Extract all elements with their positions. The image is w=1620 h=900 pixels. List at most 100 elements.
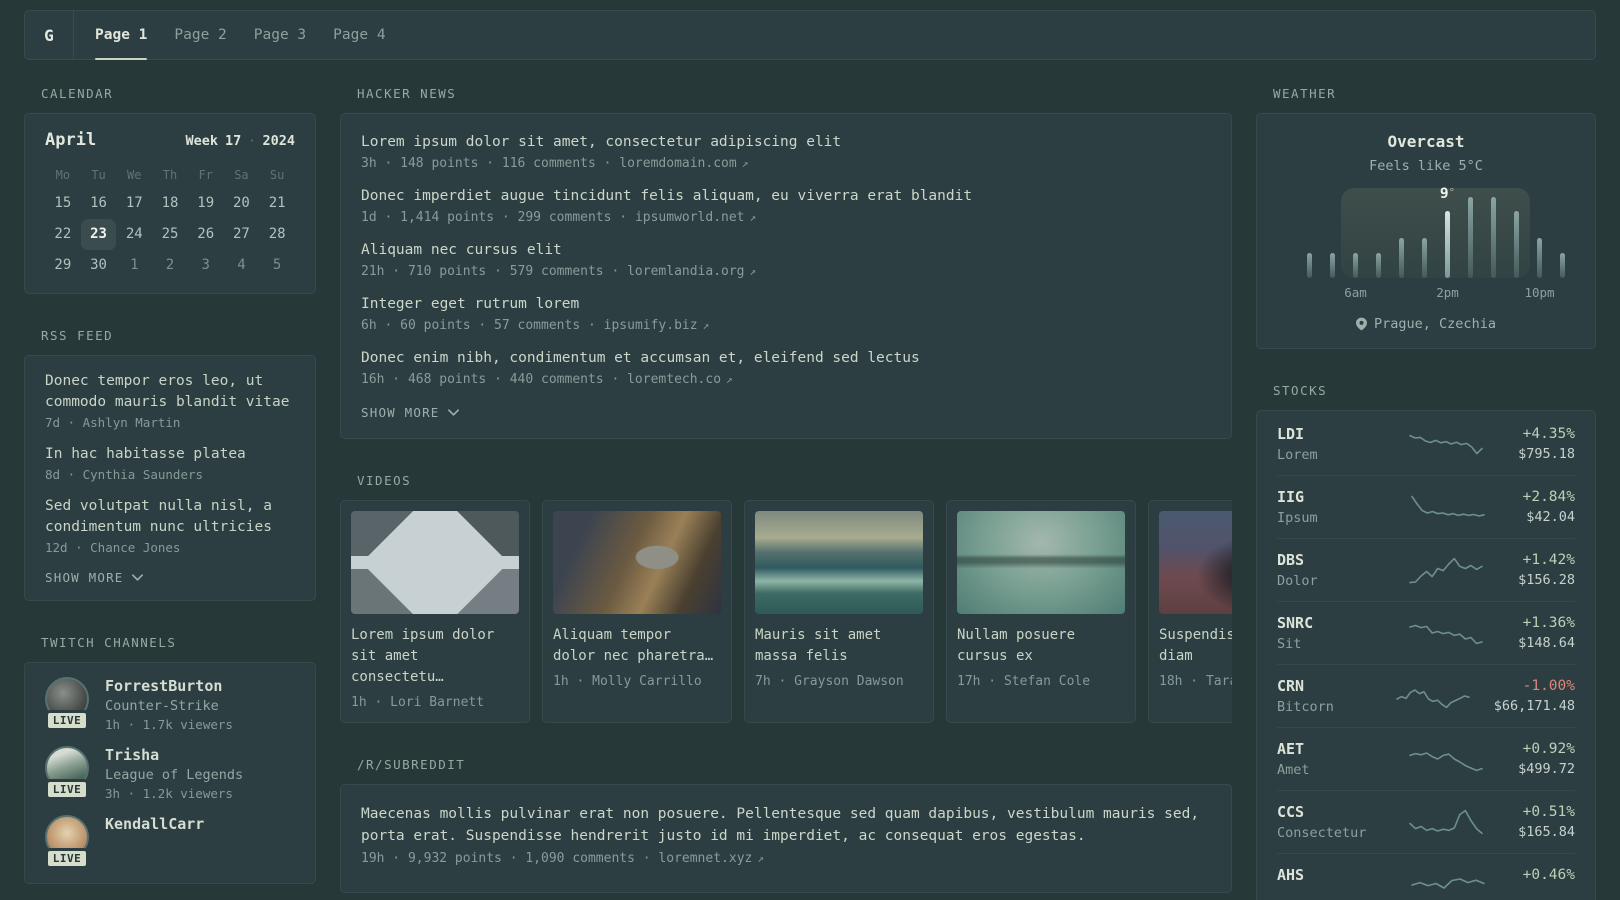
dashboard-grid: CALENDAR April Week 17 · 2024 Mo Tu We Th Fr… <box>24 86 1596 900</box>
external-link-icon: ↗ <box>749 265 757 278</box>
video-card[interactable]: Aliquam tempor dolor nec pharetra… 1h · … <box>542 500 732 723</box>
weather-condition: Overcast <box>1387 132 1465 151</box>
weekday-label: Tu <box>91 168 106 182</box>
rss-item-title[interactable]: In hac habitasse platea <box>45 444 295 465</box>
calendar-day: 19 <box>197 195 215 211</box>
video-card[interactable]: Nullam posuere cursus ex 17h · Stefan Co… <box>946 500 1136 723</box>
calendar-day: 2 <box>165 257 175 273</box>
story-stats: 1d · 1,414 points · 299 comments · <box>361 210 635 225</box>
stock-row[interactable]: AHS +0.46% <box>1277 853 1575 900</box>
video-thumbnail <box>957 511 1125 614</box>
calendar-year: 2024 <box>262 133 295 149</box>
chevron-down-icon <box>131 574 143 581</box>
stock-change: +4.35% <box>1522 426 1575 442</box>
story-domain: loremtech.co <box>627 372 722 387</box>
video-meta: 7h · Grayson Dawson <box>755 674 904 689</box>
calendar-day: 22 <box>54 226 72 242</box>
stock-row[interactable]: LDI Lorem +4.35% $795.18 <box>1277 413 1575 475</box>
stock-change: +1.36% <box>1522 615 1575 631</box>
live-badge: LIVE <box>44 848 90 869</box>
video-card[interactable]: Mauris sit amet massa felis 7h · Grayson… <box>744 500 934 723</box>
weather-feels-like: Feels like 5°C <box>1369 158 1483 174</box>
rss-item-title[interactable]: Donec tempor eros leo, ut commodo mauris… <box>45 371 295 413</box>
rss-item-meta: 12d · Chance Jones <box>45 540 181 555</box>
temperature-bar <box>1491 196 1496 278</box>
story-title[interactable]: Aliquam nec cursus elit <box>361 240 1211 261</box>
stock-values: +0.92% $499.72 <box>1518 741 1575 777</box>
stock-name: Consectetur <box>1277 825 1367 841</box>
story-title[interactable]: Donec imperdiet augue tincidunt felis al… <box>361 186 1211 207</box>
stock-row[interactable]: CCS Consectetur +0.51% $165.84 <box>1277 790 1575 853</box>
video-thumbnail <box>351 511 519 614</box>
channel-avatar-wrap: LIVE <box>43 746 91 801</box>
story-title[interactable]: Integer eget rutrum lorem <box>361 294 1211 315</box>
channel-name: KendallCarr <box>105 815 205 833</box>
degree-symbol: ° <box>1448 185 1456 199</box>
twitch-channel[interactable]: LIVE Trisha League of Legends 3h · 1.2k … <box>43 746 297 801</box>
temperature-bar <box>1537 237 1542 278</box>
temperature-bar <box>1560 252 1565 278</box>
stock-row[interactable]: IIG Ipsum +2.84% $42.04 <box>1277 475 1575 538</box>
rss-widget: Donec tempor eros leo, ut commodo mauris… <box>24 355 316 601</box>
story-domain-link[interactable]: loremlandia.org ↗ <box>627 264 756 279</box>
page-tab[interactable]: Page 1 <box>95 11 148 60</box>
story-stats: 21h · 710 points · 579 comments · <box>361 264 628 279</box>
page-tab[interactable]: Page 2 <box>174 11 226 59</box>
post-title[interactable]: Maecenas mollis pulvinar erat non posuer… <box>361 803 1211 847</box>
calendar-day: 16 <box>90 195 107 211</box>
current-temp-label: 9° <box>1439 185 1456 202</box>
post-domain-link[interactable]: loremnet.xyz ↗ <box>658 851 764 866</box>
calendar-day: 21 <box>268 195 286 211</box>
stocks-section: STOCKS LDI Lorem +4.35% $795.18 IIG Ipsu… <box>1256 383 1596 900</box>
stock-row[interactable]: CRN Bitcorn -1.00% $66,171.48 <box>1277 664 1575 727</box>
channel-viewers: 3h · 1.2k viewers <box>105 786 233 801</box>
stock-price: $42.04 <box>1526 509 1575 525</box>
twitch-channel[interactable]: LIVE KendallCarr <box>43 815 297 869</box>
page-tab[interactable]: Page 4 <box>333 11 385 59</box>
stock-identity: LDI Lorem <box>1277 425 1373 463</box>
rss-show-more-button[interactable]: SHOW MORE <box>45 570 144 585</box>
stock-row[interactable]: SNRC Sit +1.36% $148.64 <box>1277 601 1575 664</box>
video-title: Nullam posuere cursus ex <box>957 627 1076 664</box>
dot-separator: · <box>248 134 256 148</box>
story-domain-link[interactable]: loremdomain.com ↗ <box>619 156 748 171</box>
stock-change: +0.51% <box>1522 804 1575 820</box>
story-domain-link[interactable]: ipsumworld.net ↗ <box>635 210 756 225</box>
hour-label: 6am <box>1344 285 1367 300</box>
weather-bar-column <box>1399 194 1404 278</box>
twitch-channel[interactable]: LIVE ForrestBurton Counter-Strike 1h · 1… <box>43 677 297 732</box>
story-domain-link[interactable]: ipsumify.biz ↗ <box>604 318 710 333</box>
calendar-widget: April Week 17 · 2024 Mo Tu We Th Fr Sa Su 15 16… <box>24 113 316 294</box>
story-stats: 6h · 60 points · 57 comments · <box>361 318 604 333</box>
story-title[interactable]: Donec enim nibh, condimentum et accumsan… <box>361 348 1211 369</box>
stock-row[interactable]: AET Amet +0.92% $499.72 <box>1277 727 1575 790</box>
hackernews-header: HACKER NEWS <box>357 86 457 101</box>
rss-item-title[interactable]: Sed volutpat nulla nisl, a condimentum n… <box>45 496 295 538</box>
stock-symbol: AHS <box>1277 866 1305 884</box>
stock-row[interactable]: DBS Dolor +1.42% $156.28 <box>1277 538 1575 601</box>
video-title: Mauris sit amet massa felis <box>755 627 882 664</box>
rss-item: Sed volutpat nulla nisl, a condimentum n… <box>45 496 295 555</box>
story-domain-link[interactable]: loremtech.co ↗ <box>627 372 733 387</box>
story-meta: 1d · 1,414 points · 299 comments · ipsum… <box>361 210 1211 225</box>
stock-values: +1.36% $148.64 <box>1518 615 1575 651</box>
app-logo[interactable]: G <box>25 11 74 59</box>
video-card[interactable]: Lorem ipsum dolor sit amet consectetu… 1… <box>340 500 530 723</box>
live-badge: LIVE <box>44 779 90 800</box>
temperature-bar <box>1353 252 1358 278</box>
channel-viewers: 1h · 1.7k viewers <box>105 717 233 732</box>
stock-change: +2.84% <box>1522 489 1575 505</box>
reddit-post: Maecenas mollis pulvinar erat non posuer… <box>361 803 1211 866</box>
stock-values: +1.42% $156.28 <box>1518 552 1575 588</box>
calendar-day: 25 <box>161 226 179 242</box>
post-domain: loremnet.xyz <box>658 851 753 866</box>
calendar-day: 26 <box>197 226 215 242</box>
page-tab[interactable]: Page 3 <box>254 11 306 59</box>
story-title[interactable]: Lorem ipsum dolor sit amet, consectetur … <box>361 132 1211 153</box>
calendar-day: 30 <box>90 257 107 273</box>
weekday-label: Mo <box>55 168 71 182</box>
video-card[interactable]: Suspendisse diam 18h · Tara <box>1148 500 1232 723</box>
hackernews-show-more-button[interactable]: SHOW MORE <box>361 405 460 420</box>
temperature-bar <box>1376 252 1381 278</box>
story-domain: loremlandia.org <box>627 264 745 279</box>
